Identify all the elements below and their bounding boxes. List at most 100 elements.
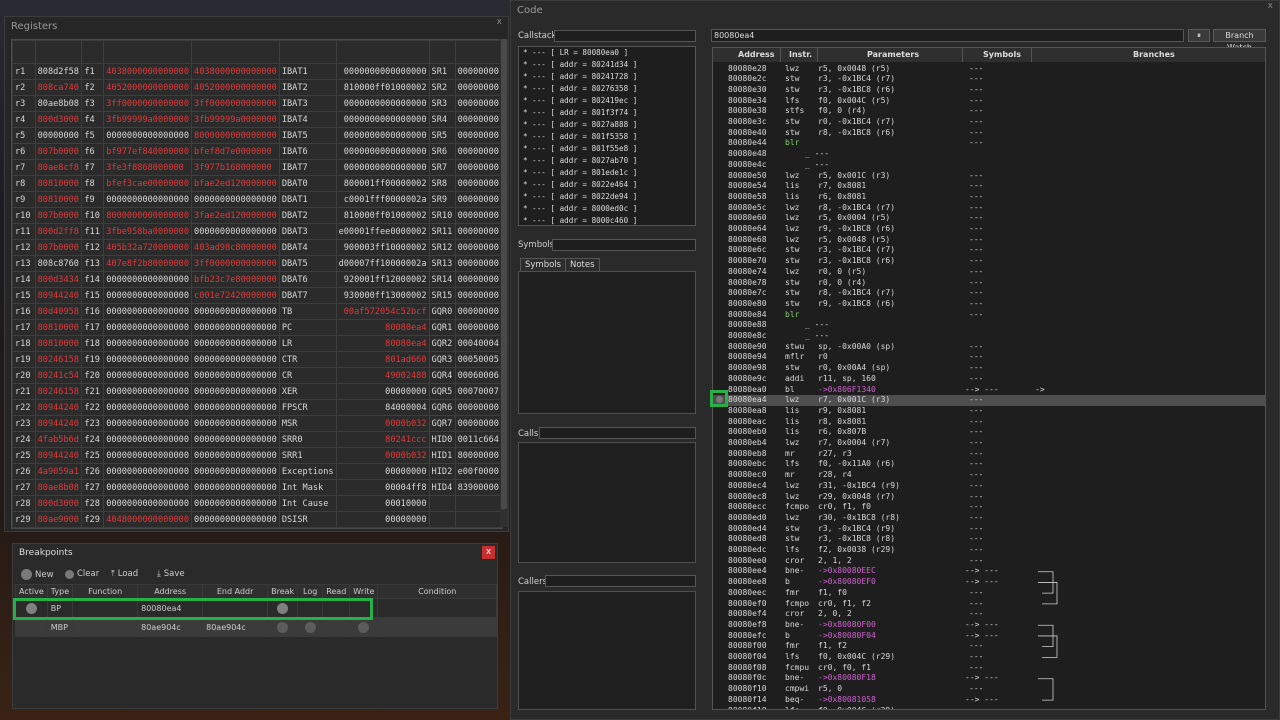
register-cell[interactable]: 00010000	[335, 495, 430, 512]
register-cell[interactable]: 0000000000000000	[191, 431, 280, 448]
register-cell[interactable]: 00000000	[335, 511, 430, 528]
register-cell[interactable]: 0000000000000000	[103, 415, 193, 432]
register-cell[interactable]	[454, 495, 502, 512]
register-cell[interactable]: 80810000	[34, 335, 83, 352]
pause-button[interactable]: ⏸	[1188, 29, 1210, 42]
register-cell[interactable]: c0001fff0000002a	[335, 191, 430, 208]
breakpoint-marker[interactable]	[710, 390, 728, 407]
register-cell[interactable]: 00000000	[454, 127, 502, 144]
register-cell[interactable]: bf977ef840000000	[103, 143, 193, 160]
calls-list[interactable]	[518, 442, 696, 563]
register-cell[interactable]: 0000000000000000	[103, 367, 193, 384]
register-cell[interactable]: 3ff0000000000000	[191, 255, 280, 272]
register-cell[interactable]: 80241ccc	[335, 431, 430, 448]
register-cell[interactable]: 3fe3f8868000000	[103, 159, 193, 176]
register-cell[interactable]: 00000000	[454, 239, 502, 256]
register-cell[interactable]: 4048000000000000	[103, 511, 193, 528]
code-close-icon[interactable]: x	[1268, 1, 1273, 11]
callstack-item[interactable]: * --- [ addr = 8027ab70 ]	[519, 155, 695, 167]
register-cell[interactable]: 0000b032	[335, 447, 430, 464]
register-cell[interactable]: 00060006	[454, 367, 502, 384]
register-cell[interactable]: 0000000000000000	[103, 191, 193, 208]
register-cell[interactable]: 0000000000000000	[335, 95, 430, 112]
registers-close-icon[interactable]: x	[497, 17, 502, 27]
log-toggle[interactable]	[304, 621, 316, 633]
register-cell[interactable]: 00000000	[454, 255, 502, 272]
register-cell[interactable]: 00000000	[454, 191, 502, 208]
col-type[interactable]: Type	[46, 584, 74, 599]
register-cell[interactable]: 4fab5b6d	[34, 431, 83, 448]
register-cell[interactable]: 00000000	[454, 207, 502, 224]
register-cell[interactable]: 00000000	[454, 79, 502, 96]
register-cell[interactable]: 00000000	[454, 303, 502, 320]
write-toggle[interactable]	[358, 621, 370, 633]
register-cell[interactable]: 0000000000000000	[103, 431, 193, 448]
register-cell[interactable]: 0011c664	[454, 431, 502, 448]
calls-search-input[interactable]	[539, 427, 696, 439]
bp-condition[interactable]	[377, 617, 497, 637]
register-cell[interactable]: 4052000000000000	[191, 79, 280, 96]
register-cell[interactable]: 807b0000	[34, 143, 83, 160]
read-toggle[interactable]	[322, 617, 351, 637]
register-cell[interactable]: 807b0000	[34, 207, 83, 224]
register-cell[interactable]: 0000000000000000	[191, 191, 280, 208]
register-cell[interactable]: 0000000000000000	[335, 127, 430, 144]
register-cell[interactable]: bfef3cae00000000	[103, 175, 193, 192]
register-cell[interactable]: 0000000000000000	[335, 143, 430, 160]
register-cell[interactable]: 403ad98c80000000	[191, 239, 280, 256]
register-cell[interactable]: 00000000	[454, 319, 502, 336]
register-cell[interactable]: 0000000000000000	[103, 399, 193, 416]
register-cell[interactable]: e00f0000	[454, 463, 502, 480]
register-cell[interactable]: 80944240	[34, 399, 83, 416]
register-cell[interactable]: 80241c54	[34, 367, 83, 384]
callstack-item[interactable]: * --- [ addr = 80241728 ]	[519, 71, 695, 83]
register-cell[interactable]: 0000000000000000	[103, 447, 193, 464]
register-cell[interactable]: 00050005	[454, 351, 502, 368]
register-cell[interactable]: 808d2f58	[34, 63, 83, 80]
register-cell[interactable]: 0000000000000000	[191, 383, 280, 400]
callstack-item[interactable]: * --- [ addr = 801f5358 ]	[519, 131, 695, 143]
table-row[interactable]: MBP 80ae904c 80ae904c	[15, 617, 497, 637]
register-cell[interactable]: 00af572054c52bcf	[335, 303, 430, 320]
register-cell[interactable]: 0000000000000000	[191, 319, 280, 336]
col-condition[interactable]: Condition	[377, 584, 497, 599]
col-read[interactable]: Read	[322, 584, 351, 599]
callstack-item[interactable]: * --- [ addr = 80276358 ]	[519, 83, 695, 95]
register-cell[interactable]: 407e8f2b80000000	[103, 255, 193, 272]
save-breakpoints-button[interactable]: ⤓ Save	[157, 569, 185, 579]
register-cell[interactable]: 4052000000000000	[103, 79, 193, 96]
register-cell[interactable]: 00000000	[335, 463, 430, 480]
col-active[interactable]: Active	[15, 584, 48, 599]
register-cell[interactable]: 49002488	[335, 367, 430, 384]
register-cell[interactable]: 00000000	[454, 399, 502, 416]
register-cell[interactable]: 80944240	[34, 415, 83, 432]
register-cell[interactable]: bfef8d7e0000000	[191, 143, 280, 160]
callstack-item[interactable]: * --- [ addr = 8022de94 ]	[519, 191, 695, 203]
register-cell[interactable]: 3fb99999a0000000	[103, 111, 193, 128]
register-cell[interactable]: 0000000000000000	[335, 159, 430, 176]
col-end-addr[interactable]: End Addr	[202, 584, 269, 599]
col-function[interactable]: Function	[72, 584, 139, 599]
col-address[interactable]: Address	[137, 584, 204, 599]
register-cell[interactable]: 0000000000000000	[103, 303, 193, 320]
register-cell[interactable]: 3f977b168000000	[191, 159, 280, 176]
register-cell[interactable]: 80246158	[34, 383, 83, 400]
symbols-list[interactable]	[518, 271, 696, 414]
register-cell[interactable]: 808ca740	[34, 79, 83, 96]
register-cell[interactable]: 810000ff01000002	[335, 79, 430, 96]
register-cell[interactable]: 0000000000000000	[335, 111, 430, 128]
new-breakpoint-button[interactable]: New	[21, 569, 54, 580]
register-cell[interactable]: 0000000000000000	[103, 383, 193, 400]
register-cell[interactable]: 80810000	[34, 191, 83, 208]
register-cell[interactable]: 4038000000000000	[191, 63, 280, 80]
register-cell[interactable]: 8000000000000000	[103, 207, 193, 224]
register-cell[interactable]: 4048000000000000	[103, 527, 193, 528]
register-cell[interactable]: 00000000	[454, 143, 502, 160]
load-breakpoints-button[interactable]: ⤒ Load	[111, 569, 138, 579]
register-cell[interactable]: 800d3000	[34, 495, 83, 512]
register-cell[interactable]: 00000000	[454, 415, 502, 432]
register-cell[interactable]: e00001ffee0000002	[335, 223, 430, 240]
col-log[interactable]: Log	[297, 584, 324, 599]
register-cell[interactable]: 0000000000000000	[335, 63, 430, 80]
clear-breakpoints-button[interactable]: Clear	[65, 569, 99, 579]
